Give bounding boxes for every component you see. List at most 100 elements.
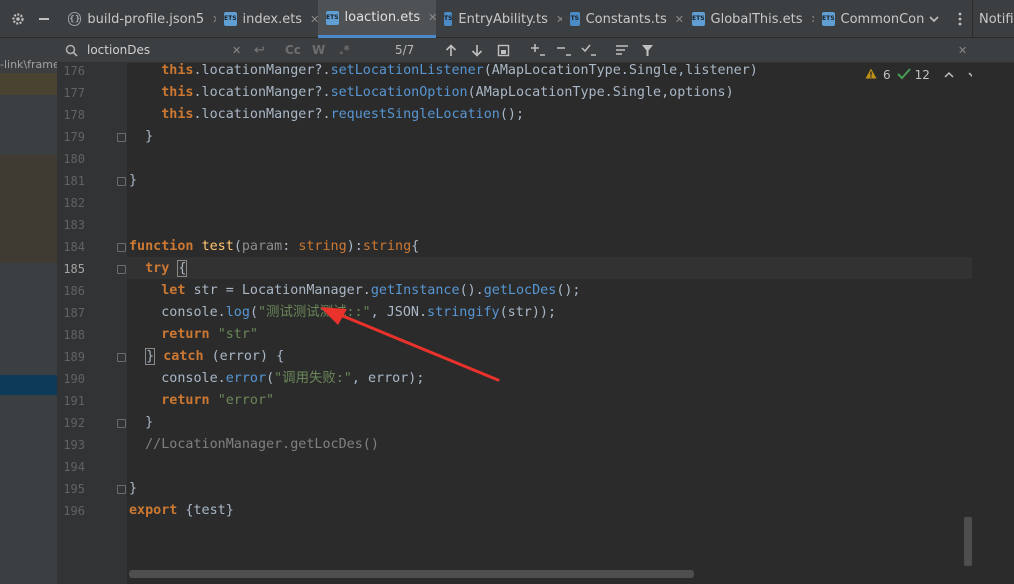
code-line[interactable]: try { xyxy=(129,258,188,280)
close-find-icon[interactable]: ✕ xyxy=(958,38,967,62)
regex-toggle[interactable]: .* xyxy=(339,38,350,62)
fold-marker-icon[interactable] xyxy=(117,177,126,186)
code-line[interactable]: this.locationManger?.setLocationListener… xyxy=(129,60,758,82)
line-number-text: 186 xyxy=(63,284,85,298)
whole-words-toggle[interactable]: W xyxy=(312,38,325,62)
code-line[interactable]: this.locationManger?.requestSingleLocati… xyxy=(129,104,524,126)
line-number-text: 183 xyxy=(63,218,85,232)
chevron-down-icon[interactable] xyxy=(924,0,944,38)
select-all-checkbox-icon[interactable] xyxy=(581,38,597,62)
tab-label: build-profile.json5 xyxy=(87,11,205,27)
line-number-text: 193 xyxy=(63,438,85,452)
code-line[interactable]: console.log("测试测试测试::", JSON.stringify(s… xyxy=(129,302,556,324)
search-history-icon[interactable]: ↩ xyxy=(254,38,265,62)
horizontal-scrollbar-thumb[interactable] xyxy=(129,570,694,578)
fold-marker-icon[interactable] xyxy=(117,243,126,252)
select-all-occurrences-icon[interactable] xyxy=(497,38,510,62)
warning-icon xyxy=(865,68,877,82)
filter-results-icon[interactable] xyxy=(615,38,629,62)
line-number[interactable]: 190 xyxy=(57,368,127,390)
tab-label: index.ets xyxy=(242,11,303,27)
fold-marker-icon[interactable] xyxy=(117,485,126,494)
line-number[interactable]: 193 xyxy=(57,434,127,456)
inspection-widget[interactable]: 6 12 xyxy=(865,63,978,87)
fold-marker-icon[interactable] xyxy=(117,265,126,274)
changed-region-marker xyxy=(0,73,57,95)
line-number[interactable]: 191 xyxy=(57,390,127,412)
remove-occurrence-icon[interactable] xyxy=(556,38,572,62)
line-number[interactable]: 182 xyxy=(57,192,127,214)
notifications-tab[interactable]: Notifi xyxy=(972,0,1014,38)
line-number-text: 182 xyxy=(63,196,85,210)
close-tab-icon[interactable]: ✕ xyxy=(428,11,436,24)
error-stripe[interactable] xyxy=(972,63,1014,584)
code-line[interactable]: function test(param: string):string{ xyxy=(129,236,419,258)
previous-occurrence-icon[interactable] xyxy=(445,38,457,62)
more-options-icon[interactable] xyxy=(950,0,970,38)
line-number[interactable]: 177 xyxy=(57,82,127,104)
line-number[interactable]: 196 xyxy=(57,500,127,522)
line-number[interactable]: 194 xyxy=(57,456,127,478)
line-number-text: 184 xyxy=(63,240,85,254)
ok-count: 12 xyxy=(914,68,930,82)
clear-search-icon[interactable]: ✕ xyxy=(232,38,241,62)
chevron-up-icon[interactable] xyxy=(944,68,954,82)
line-number-text: 195 xyxy=(63,482,85,496)
line-number[interactable]: 180 xyxy=(57,148,127,170)
ts-file-icon: TS xyxy=(444,12,453,26)
warning-count: 6 xyxy=(883,68,891,82)
line-number-text: 181 xyxy=(63,174,85,188)
find-query-input[interactable]: loctionDes xyxy=(87,38,150,62)
search-icon xyxy=(65,38,78,62)
tab-loaction-ets[interactable]: ETS loaction.ets ✕ xyxy=(318,0,436,38)
fold-marker-icon[interactable] xyxy=(117,353,126,362)
code-line[interactable]: return "error" xyxy=(129,390,274,412)
tab-globalthis-ets[interactable]: ETSGlobalThis.ets✕ xyxy=(684,0,814,38)
code-editor[interactable]: 176 177 178 179 180 181 182 183 184 185 186 187 188 1… xyxy=(57,63,1014,584)
code-line[interactable]: } xyxy=(129,412,153,434)
line-number[interactable]: 183 xyxy=(57,214,127,236)
code-line[interactable]: } xyxy=(129,170,137,192)
tab-build-profile-json5[interactable]: {}build-profile.json5✕ xyxy=(60,0,216,38)
settings-gear-icon[interactable] xyxy=(8,0,28,38)
line-number[interactable]: 178 xyxy=(57,104,127,126)
ts-file-icon: TS xyxy=(570,12,580,26)
code-line[interactable]: } catch (error) { xyxy=(129,346,284,368)
line-number-text: 179 xyxy=(63,130,85,144)
tab-entryability-ts[interactable]: TS EntryAbility.ts ✕ xyxy=(436,0,562,38)
vertical-scrollbar-thumb[interactable] xyxy=(964,517,972,566)
current-line-highlight xyxy=(127,257,972,279)
code-line[interactable]: } xyxy=(129,478,137,500)
next-occurrence-icon[interactable] xyxy=(471,38,483,62)
tab-index-ets[interactable]: ETS index.ets ✕ xyxy=(216,0,318,38)
tab-commoncon[interactable]: ETS CommonCon xyxy=(814,0,924,38)
line-number[interactable]: 188 xyxy=(57,324,127,346)
fold-marker-icon[interactable] xyxy=(117,419,126,428)
line-number-text: 196 xyxy=(63,504,85,518)
editor-tab-bar: {} build-profile.json5 ✕ ETS index.ets ✕ ETS lo… xyxy=(0,0,1014,38)
code-line[interactable]: export {test} xyxy=(129,500,234,522)
line-number[interactable]: 187 xyxy=(57,302,127,324)
line-number[interactable]: 186 xyxy=(57,280,127,302)
line-number-text: 187 xyxy=(63,306,85,320)
add-occurrence-icon[interactable] xyxy=(530,38,546,62)
code-line[interactable]: return "str" xyxy=(129,324,258,346)
checkmark-icon xyxy=(896,67,911,83)
code-line[interactable]: this.locationManger?.setLocationOption(A… xyxy=(129,82,733,104)
code-line[interactable]: console.error("调用失败:", error); xyxy=(129,368,424,390)
code-line[interactable]: //LocationManager.getLocDes() xyxy=(129,434,379,456)
match-case-toggle[interactable]: Cc xyxy=(285,38,301,62)
close-tab-icon[interactable]: ✕ xyxy=(675,13,684,26)
funnel-filter-icon[interactable] xyxy=(641,38,654,62)
selected-row-marker[interactable] xyxy=(0,375,57,395)
line-number-text: 192 xyxy=(63,416,85,430)
line-number-text: 176 xyxy=(63,64,85,78)
tab-constants-ts[interactable]: TS Constants.ts ✕ xyxy=(562,0,684,38)
line-number[interactable]: 176 xyxy=(57,60,127,82)
code-line[interactable]: } xyxy=(129,126,153,148)
close-tab-icon[interactable]: ✕ xyxy=(310,13,318,26)
tab-label: CommonCon xyxy=(840,11,924,27)
code-line[interactable]: let str = LocationManager.getInstance().… xyxy=(129,280,580,302)
fold-marker-icon[interactable] xyxy=(117,133,126,142)
minimize-icon[interactable] xyxy=(34,0,54,38)
